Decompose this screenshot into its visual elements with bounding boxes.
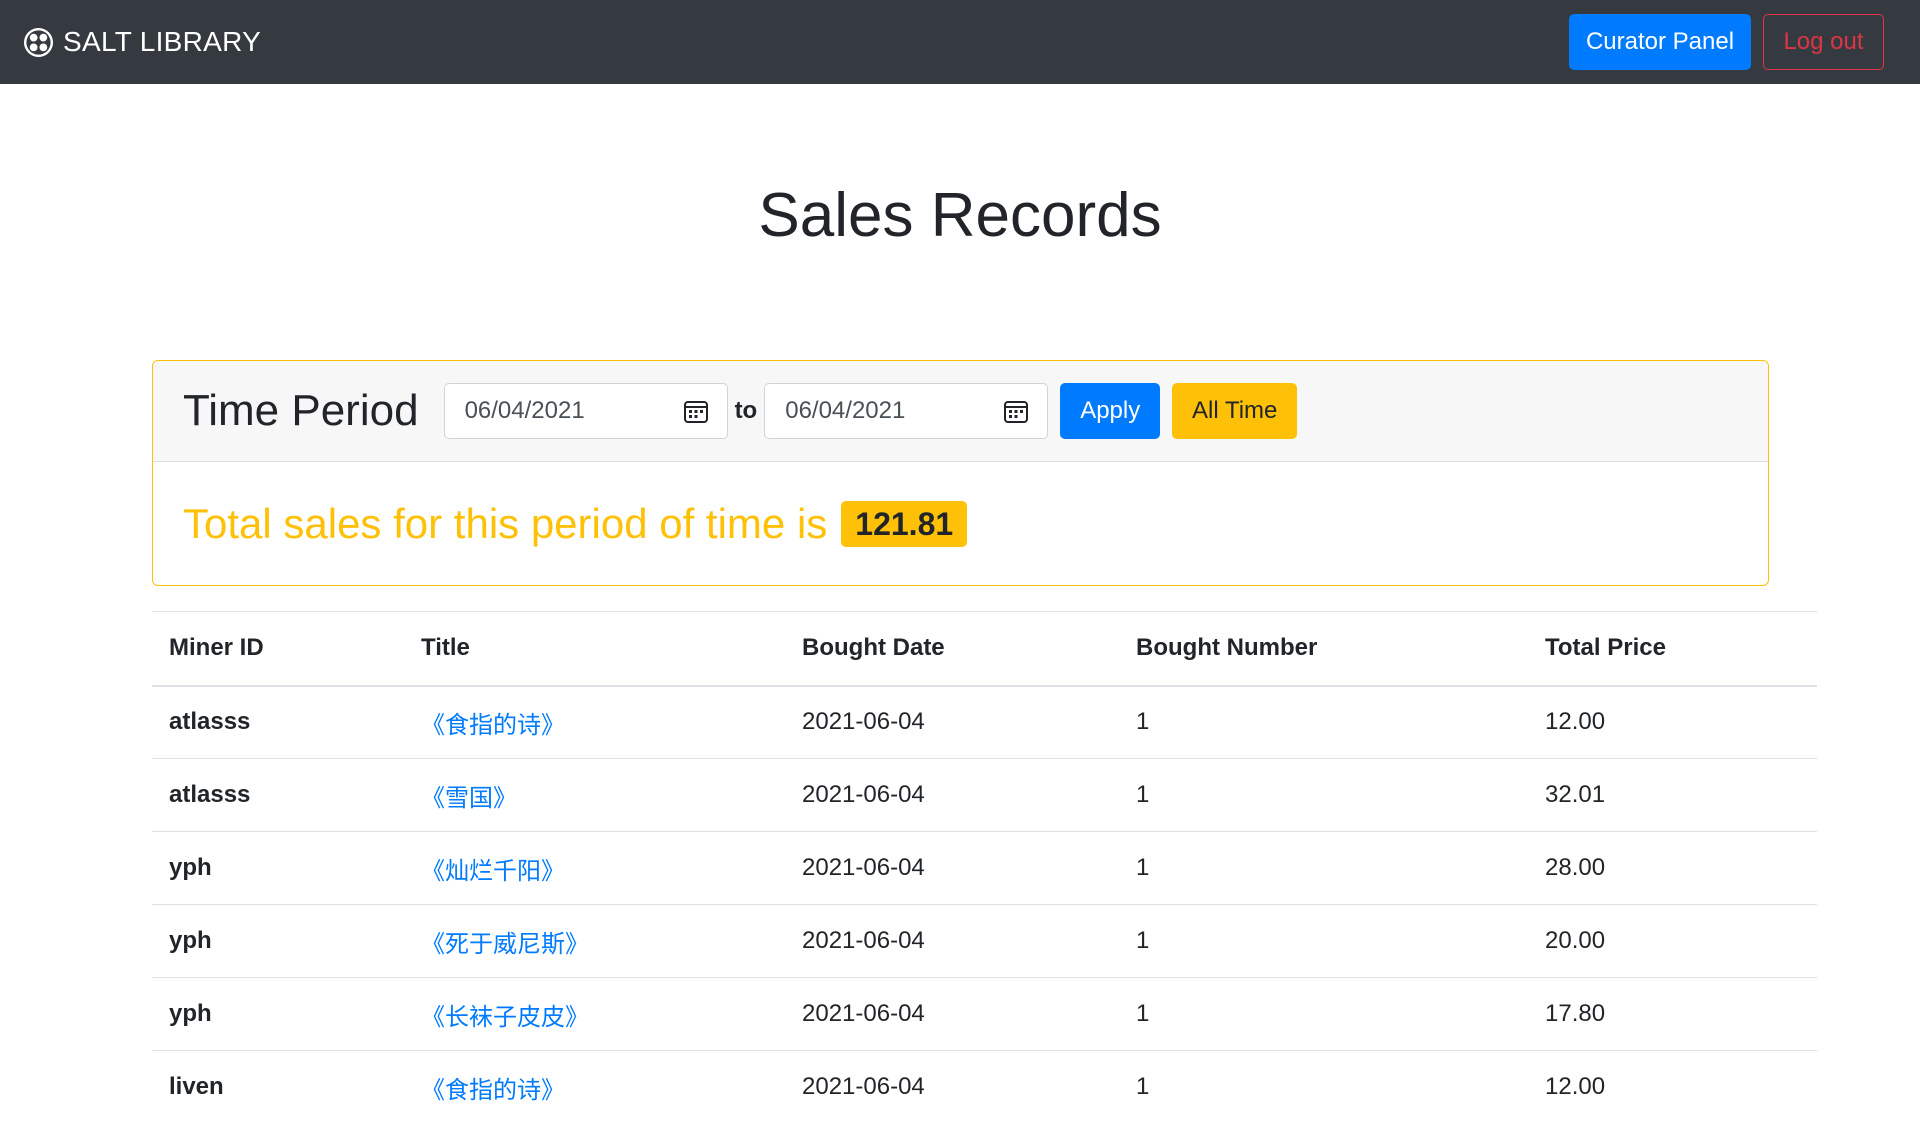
table-row: yph 《灿烂千阳》 2021-06-04 1 28.00 [152,832,1817,905]
total-price-cell: 28.00 [1545,854,1606,881]
brand-name: SALT LIBRARY [63,26,262,57]
miner-id-cell: atlasss [169,781,251,808]
apply-button[interactable]: Apply [1060,383,1161,439]
table-row: yph 《长袜子皮皮》 2021-06-04 1 17.80 [152,978,1817,1051]
total-sales-badge: 121.81 [841,501,968,547]
total-price-cell: 12.00 [1545,1073,1606,1101]
bought-number-cell: 1 [1136,781,1150,808]
column-header-miner-id: Miner ID [169,634,264,662]
total-sales-label: Total sales for this period of time is [183,500,828,547]
bought-date-cell: 2021-06-04 [802,708,925,736]
miner-id-cell: yph [169,854,212,881]
bought-number-cell: 1 [1136,927,1150,954]
sales-table: Miner ID Title Bought Date Bought Number… [152,611,1817,1124]
book-title-link[interactable]: 《食指的诗》 [421,1077,565,1104]
bought-number-cell: 1 [1136,1073,1150,1101]
total-sales-body: Total sales for this period of time is 1… [153,462,1768,585]
book-title-link[interactable]: 《灿烂千阳》 [421,858,565,885]
miner-id-cell: yph [169,927,212,954]
title-cell: 《雪国》 [404,759,785,832]
end-date-value: 06/04/2021 [785,397,906,424]
title-cell: 《食指的诗》 [404,1051,785,1124]
total-price-cell: 17.80 [1545,1000,1606,1027]
table-body: atlasss 《食指的诗》 2021-06-04 1 12.00 atlass… [152,686,1817,1124]
log-out-button[interactable]: Log out [1763,14,1884,70]
bought-date-cell: 2021-06-04 [802,854,925,881]
book-title-link[interactable]: 《雪国》 [421,785,517,812]
navbar-actions: Curator Panel Log out [1569,14,1884,70]
time-period-header: Time Period 06/04/2021 to 06/04/2021 App… [153,361,1768,462]
title-cell: 《灿烂千阳》 [404,832,785,905]
page-title: Sales Records [758,181,1162,250]
bought-date-cell: 2021-06-04 [802,1073,925,1101]
miner-id-cell: liven [169,1073,224,1101]
table-row: liven 《食指的诗》 2021-06-04 1 12.00 [152,1051,1817,1124]
book-title-link[interactable]: 《长袜子皮皮》 [421,1004,589,1031]
book-title-link[interactable]: 《死于威尼斯》 [421,931,589,958]
title-cell: 《死于威尼斯》 [404,905,785,978]
brand-link[interactable]: SALT LIBRARY [23,26,261,58]
bought-number-cell: 1 [1136,708,1150,736]
time-period-card: Time Period 06/04/2021 to 06/04/2021 App… [152,360,1769,586]
start-date-field[interactable]: 06/04/2021 [443,383,728,439]
table-row: atlasss 《食指的诗》 2021-06-04 1 12.00 [152,686,1817,759]
to-label: to [734,397,758,424]
calendar-icon[interactable] [1003,398,1029,424]
miner-id-cell: yph [169,1000,212,1027]
total-price-cell: 20.00 [1545,927,1606,954]
book-title-link[interactable]: 《食指的诗》 [421,712,565,739]
bought-number-cell: 1 [1136,854,1150,881]
total-price-cell: 12.00 [1545,708,1606,736]
table-header-row: Miner ID Title Bought Date Bought Number… [152,611,1817,686]
table-row: yph 《死于威尼斯》 2021-06-04 1 20.00 [152,905,1817,978]
column-header-bought-date: Bought Date [802,634,945,662]
time-period-heading: Time Period [183,386,419,435]
end-date-field[interactable]: 06/04/2021 [764,383,1049,439]
bought-date-cell: 2021-06-04 [802,1000,925,1027]
salt-logo-icon [23,27,54,57]
column-header-bought-number: Bought Number [1136,634,1318,662]
title-cell: 《食指的诗》 [404,686,785,759]
all-time-button[interactable]: All Time [1172,383,1298,439]
table-row: atlasss 《雪国》 2021-06-04 1 32.01 [152,759,1817,832]
curator-panel-button[interactable]: Curator Panel [1569,14,1751,70]
column-header-title: Title [421,634,470,662]
table-header: Miner ID Title Bought Date Bought Number… [152,611,1817,686]
column-header-total-price: Total Price [1545,634,1666,662]
top-navbar: SALT LIBRARY Curator Panel Log out [0,0,1920,84]
miner-id-cell: atlasss [169,708,251,736]
start-date-value: 06/04/2021 [464,397,585,424]
bought-date-cell: 2021-06-04 [802,927,925,954]
bought-number-cell: 1 [1136,1000,1150,1027]
title-cell: 《长袜子皮皮》 [404,978,785,1051]
calendar-icon[interactable] [683,398,709,424]
total-price-cell: 32.01 [1545,781,1606,808]
bought-date-cell: 2021-06-04 [802,781,925,808]
